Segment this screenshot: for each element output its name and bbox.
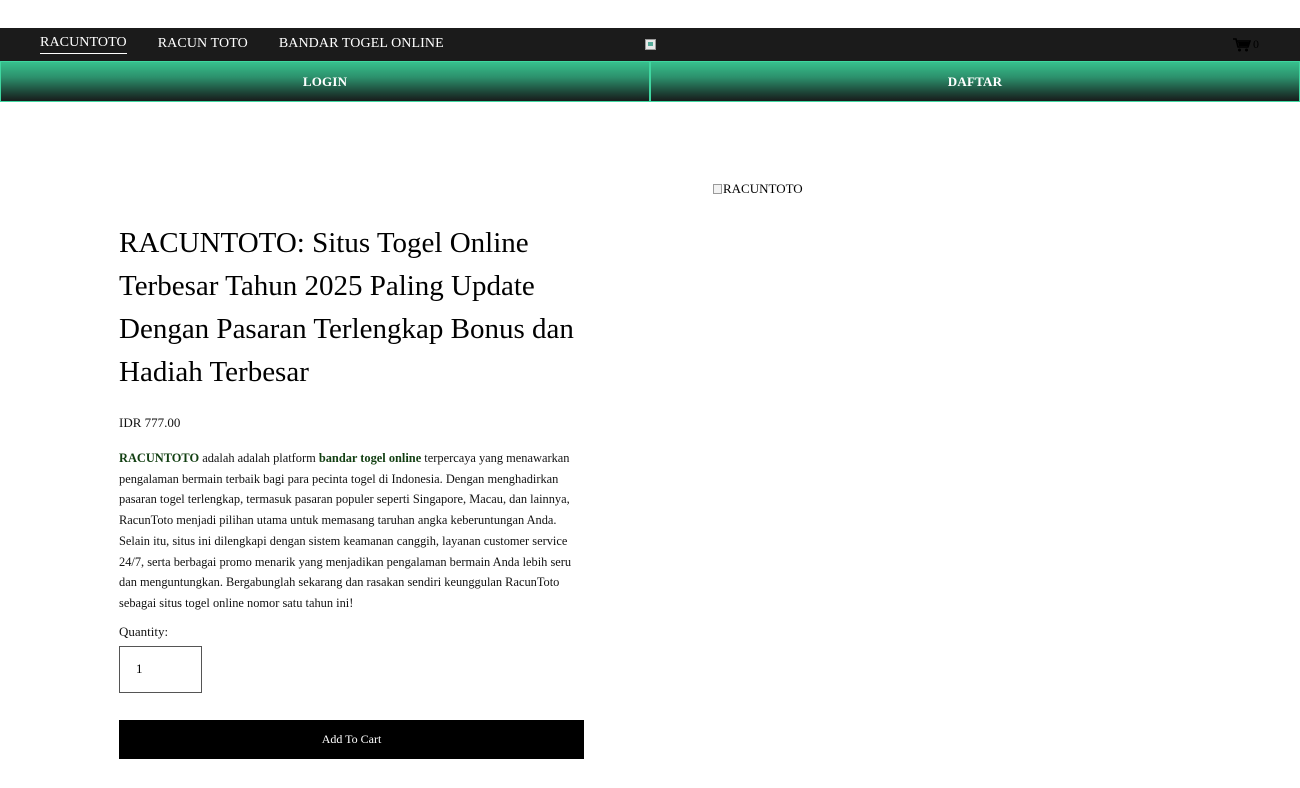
product-image: RACUNTOTO xyxy=(713,181,803,197)
cart-link[interactable]: 0 xyxy=(1233,28,1259,61)
top-navigation-bar: RACUNTOTO RACUN TOTO BANDAR TOGEL ONLINE… xyxy=(0,28,1300,61)
daftar-button[interactable]: DAFTAR xyxy=(650,61,1300,102)
main-nav: RACUNTOTO RACUN TOTO BANDAR TOGEL ONLINE xyxy=(40,28,475,61)
nav-item-bandar-togel-online[interactable]: BANDAR TOGEL ONLINE xyxy=(279,36,444,54)
broken-logo-image[interactable] xyxy=(645,39,656,50)
login-button[interactable]: LOGIN xyxy=(0,61,650,102)
desc-text-1: adalah adalah platform xyxy=(199,451,319,465)
auth-button-row: LOGIN DAFTAR xyxy=(0,61,1300,102)
product-price: IDR 777.00 xyxy=(119,415,181,430)
product-image-alt-text: RACUNTOTO xyxy=(723,181,803,196)
add-to-cart-button[interactable]: Add To Cart xyxy=(119,719,584,759)
product-title: RACUNTOTO: Situs Togel Online Terbesar T… xyxy=(119,227,574,388)
desc-link-bandar-togel-online[interactable]: bandar togel online xyxy=(319,451,421,465)
quantity-input[interactable] xyxy=(119,645,202,693)
cart-icon xyxy=(1233,37,1251,51)
broken-image-icon xyxy=(713,184,722,194)
desc-text-2: terpercaya yang menawarkan pengalaman be… xyxy=(119,451,572,610)
quantity-label: Quantity: xyxy=(119,623,169,639)
nav-item-racuntoto[interactable]: RACUNTOTO xyxy=(40,35,127,54)
nav-item-racun-toto[interactable]: RACUN TOTO xyxy=(158,36,248,54)
product-details: RACUNTOTO: Situs Togel Online Terbesar T… xyxy=(119,222,584,759)
desc-brand: RACUNTOTO xyxy=(119,451,200,465)
cart-count: 0 xyxy=(1253,37,1259,51)
product-description: RACUNTOTO adalah adalah platform bandar … xyxy=(119,448,584,614)
